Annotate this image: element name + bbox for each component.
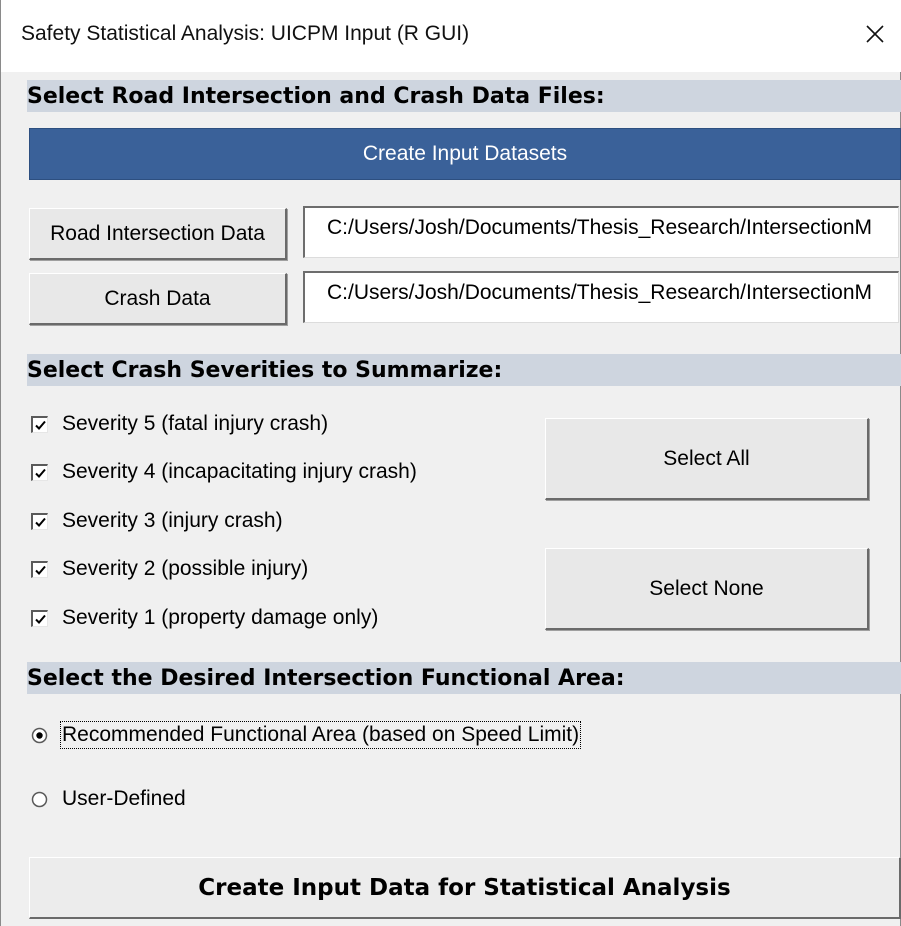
road-intersection-data-button[interactable]: Road Intersection Data: [29, 208, 287, 260]
severity-1-label: Severity 1 (property damage only): [62, 606, 379, 629]
crash-data-button[interactable]: Crash Data: [29, 273, 287, 325]
area-section-heading: Select the Desired Intersection Function…: [27, 666, 625, 691]
crash-data-path-field[interactable]: C:/Users/Josh/Documents/Thesis_Research/…: [303, 271, 899, 323]
severity-1-checkbox[interactable]: [31, 609, 48, 627]
severity-2-checkbox[interactable]: [31, 560, 48, 578]
select-all-button[interactable]: Select All: [545, 418, 869, 500]
checkmark-icon: [35, 517, 46, 527]
severity-3-checkbox-row[interactable]: Severity 3 (injury crash): [31, 507, 283, 535]
user-defined-radio-row[interactable]: User-Defined: [31, 784, 186, 814]
radio-unselected-icon: [31, 791, 48, 807]
select-none-label: Select None: [649, 576, 764, 600]
create-statistical-input-button[interactable]: Create Input Data for Statistical Analys…: [29, 857, 901, 919]
title-bar: Safety Statistical Analysis: UICPM Input…: [1, 0, 901, 72]
create-input-datasets-button[interactable]: Create Input Datasets: [29, 128, 901, 180]
radio-selected-icon: [31, 727, 48, 743]
dialog-window: Safety Statistical Analysis: UICPM Input…: [0, 0, 901, 926]
recommended-area-label: Recommended Functional Area (based on Sp…: [59, 721, 582, 749]
severity-1-checkbox-row[interactable]: Severity 1 (property damage only): [31, 604, 378, 632]
severity-5-label: Severity 5 (fatal injury crash): [62, 412, 329, 435]
recommended-area-radio[interactable]: [31, 727, 48, 744]
severity-2-checkbox-row[interactable]: Severity 2 (possible injury): [31, 555, 308, 583]
checkmark-icon: [35, 420, 46, 430]
severity-4-checkbox-row[interactable]: Severity 4 (incapacitating injury crash): [31, 458, 417, 486]
select-none-button[interactable]: Select None: [545, 548, 869, 630]
checkmark-icon: [35, 468, 46, 478]
severity-3-label: Severity 3 (injury crash): [62, 509, 283, 532]
severity-section-heading: Select Crash Severities to Summarize:: [27, 358, 503, 383]
close-icon: [866, 24, 884, 48]
window-title: Safety Statistical Analysis: UICPM Input…: [21, 22, 470, 45]
close-button[interactable]: [849, 0, 901, 72]
checkmark-icon: [35, 565, 46, 575]
severity-5-checkbox-row[interactable]: Severity 5 (fatal injury crash): [31, 410, 328, 438]
severity-4-label: Severity 4 (incapacitating injury crash): [62, 460, 417, 483]
crash-data-label: Crash Data: [104, 286, 211, 310]
files-section-header: Select Road Intersection and Crash Data …: [27, 80, 901, 112]
user-defined-radio[interactable]: [31, 791, 48, 808]
user-defined-label: User-Defined: [62, 787, 186, 810]
severity-2-label: Severity 2 (possible injury): [62, 557, 309, 580]
road-intersection-path-field[interactable]: C:/Users/Josh/Documents/Thesis_Research/…: [303, 206, 899, 258]
create-statistical-input-label: Create Input Data for Statistical Analys…: [198, 874, 731, 901]
files-section-heading: Select Road Intersection and Crash Data …: [27, 84, 605, 109]
severity-3-checkbox[interactable]: [31, 512, 48, 530]
select-all-label: Select All: [663, 446, 750, 470]
severity-5-checkbox[interactable]: [31, 415, 48, 433]
severity-4-checkbox[interactable]: [31, 463, 48, 481]
severity-section-header: Select Crash Severities to Summarize:: [27, 354, 901, 386]
area-section-header: Select the Desired Intersection Function…: [27, 662, 901, 694]
checkmark-icon: [35, 614, 46, 624]
recommended-area-radio-row[interactable]: Recommended Functional Area (based on Sp…: [31, 720, 582, 750]
road-intersection-data-label: Road Intersection Data: [50, 221, 265, 245]
